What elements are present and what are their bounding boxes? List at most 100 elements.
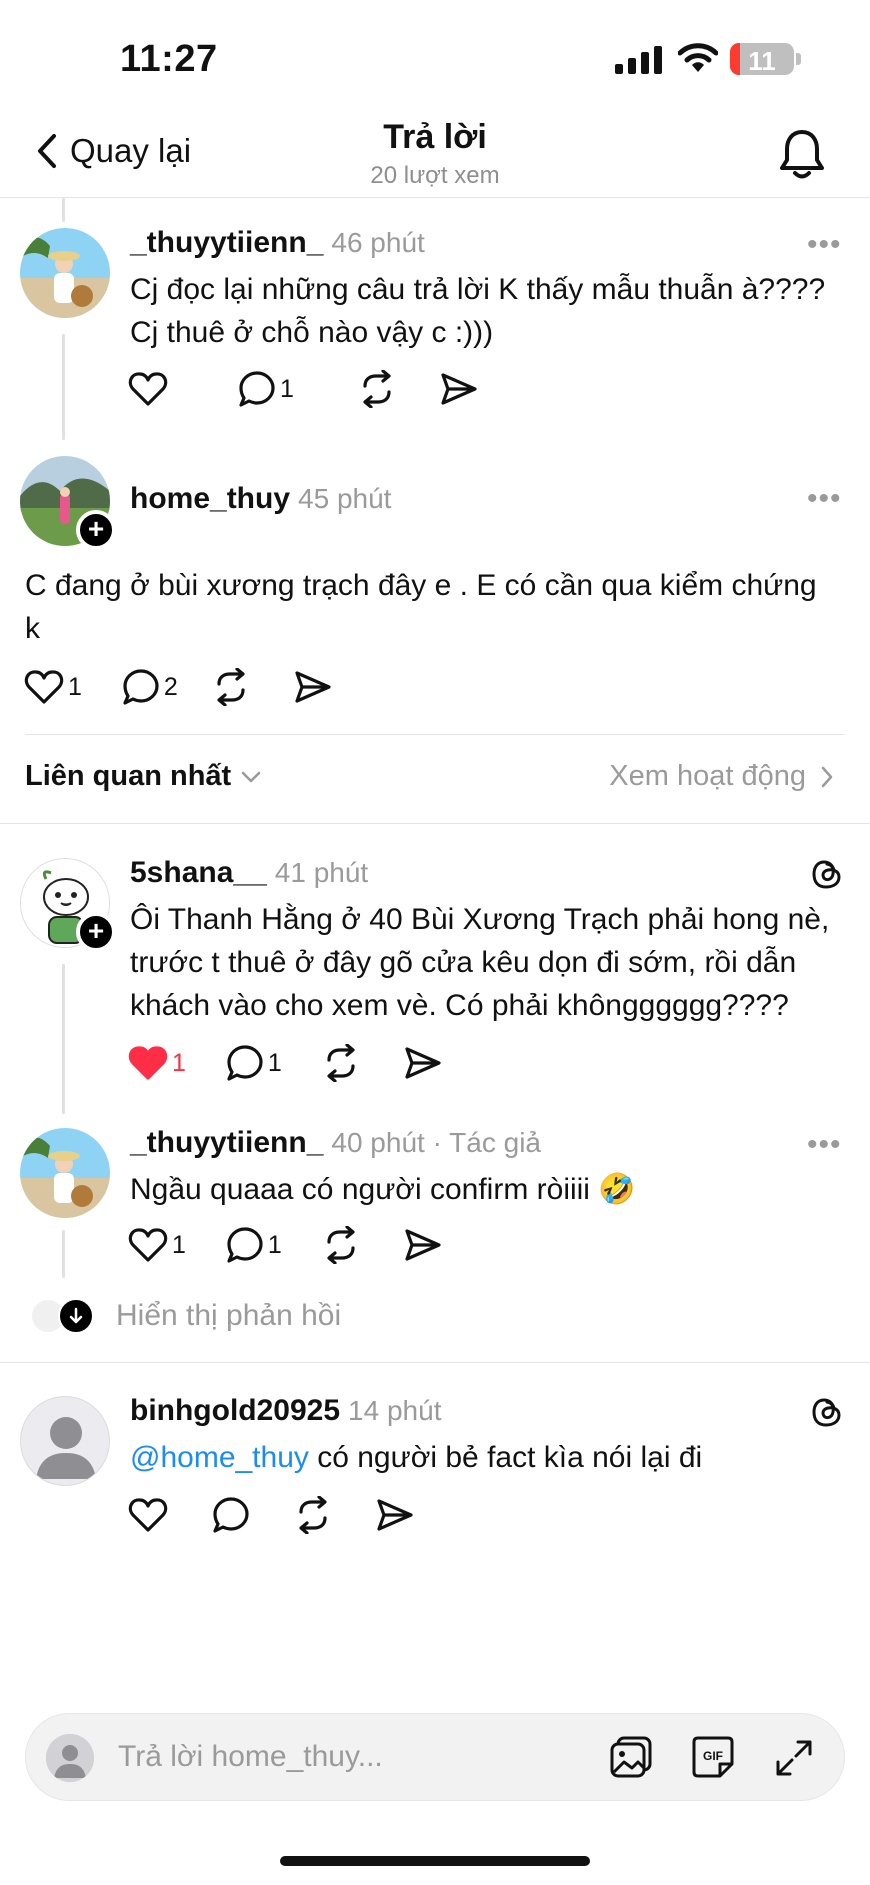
heart-icon: [128, 372, 168, 406]
bell-icon[interactable]: [778, 128, 826, 185]
comment-icon: [213, 1497, 249, 1533]
status-bar: 11:27 11: [0, 0, 870, 110]
share-button[interactable]: [440, 371, 478, 407]
repost-button[interactable]: [322, 1226, 360, 1264]
post-text: Ngầu quaaa có người confirm ròiiii 🤣: [130, 1168, 636, 1211]
comment-icon: [123, 669, 159, 705]
view-activity-link[interactable]: Xem hoạt động: [609, 760, 834, 793]
comment-button[interactable]: [212, 1496, 250, 1534]
chevron-right-icon: [821, 766, 833, 787]
comment-button[interactable]: 1: [226, 1226, 282, 1264]
more-options-icon[interactable]: •••: [807, 482, 842, 516]
repost-icon: [327, 1226, 355, 1264]
username[interactable]: _thuyytiienn_: [130, 226, 323, 259]
like-count: 1: [172, 1048, 186, 1077]
action-bar: 1: [128, 370, 522, 408]
avatar[interactable]: [20, 228, 110, 318]
follow-button[interactable]: +: [76, 912, 116, 952]
sort-bar: Liên quan nhất Xem hoạt động: [0, 748, 870, 816]
like-button[interactable]: 1: [128, 1227, 186, 1263]
post-text: Ôi Thanh Hằng ở 40 Bùi Xương Trạch phải …: [130, 898, 829, 1027]
share-button[interactable]: [404, 1045, 442, 1081]
thread-line: [62, 1230, 65, 1278]
username[interactable]: home_thuy: [130, 482, 290, 515]
repost-button[interactable]: [322, 1044, 360, 1082]
repost-icon: [299, 1496, 327, 1534]
post-text-line: Ôi Thanh Hằng ở 40 Bùi Xương Trạch phải …: [130, 903, 830, 936]
repost-button[interactable]: [212, 668, 250, 706]
post-text-line: Ngầu quaaa có người confirm ròiiii 🤣: [130, 1173, 636, 1206]
like-button[interactable]: 1: [128, 1045, 186, 1081]
action-bar: 1 2: [24, 668, 376, 706]
image-icon[interactable]: [608, 1734, 654, 1785]
activity-label[interactable]: Xem hoạt động: [609, 760, 806, 793]
reply-count: 2: [163, 672, 178, 701]
reply-count: 1: [267, 1230, 282, 1259]
send-icon: [405, 1229, 441, 1261]
repost-button[interactable]: [294, 1496, 332, 1534]
send-icon: [377, 1499, 413, 1531]
like-button[interactable]: 1: [24, 669, 82, 705]
comment-button[interactable]: 1: [226, 1044, 282, 1082]
send-icon: [295, 671, 331, 703]
like-count: 1: [172, 1230, 186, 1259]
reply-count: 1: [267, 1048, 282, 1077]
share-button[interactable]: [294, 669, 332, 705]
post-text-line: Cj thuê ở chỗ nào vậy c :))): [130, 316, 494, 349]
post-text: Cj đọc lại những câu trả lời K thấy mẫu …: [130, 268, 825, 354]
send-icon: [405, 1047, 441, 1079]
repost-icon: [217, 668, 245, 706]
thread-line: [62, 198, 65, 222]
chevron-down-icon: [241, 771, 261, 782]
like-button[interactable]: [128, 1497, 168, 1533]
show-replies-label[interactable]: Hiển thị phản hồi: [116, 1299, 341, 1333]
follow-button[interactable]: +: [76, 510, 116, 550]
cellular-signal-icon: [615, 46, 665, 79]
more-options-icon[interactable]: •••: [807, 1128, 842, 1162]
sort-label[interactable]: Liên quan nhất: [25, 760, 231, 793]
repost-button[interactable]: [358, 370, 396, 408]
heart-icon: [128, 1498, 168, 1532]
composer-avatar: [46, 1734, 94, 1782]
reply-composer[interactable]: Trả lời home_thuy... GIF: [25, 1713, 845, 1801]
avatar[interactable]: [20, 1396, 110, 1486]
mention-link[interactable]: @home_thuy: [130, 1441, 309, 1474]
like-button[interactable]: [128, 371, 168, 407]
repost-icon: [327, 1044, 355, 1082]
share-button[interactable]: [404, 1227, 442, 1263]
divider: [0, 823, 870, 824]
divider: [25, 734, 845, 735]
thread-line: [62, 334, 65, 440]
username[interactable]: 5shana__: [130, 856, 267, 889]
sort-dropdown[interactable]: Liên quan nhất: [25, 760, 261, 793]
username[interactable]: _thuyytiienn_: [130, 1126, 323, 1159]
reply-count: 1: [280, 374, 294, 403]
heart-icon: [128, 1228, 168, 1262]
threads-icon[interactable]: [810, 856, 844, 897]
share-button[interactable]: [376, 1497, 414, 1533]
comment-button[interactable]: 1: [238, 370, 294, 408]
comment-icon: [227, 1227, 263, 1263]
reply-input[interactable]: Trả lời home_thuy...: [118, 1740, 383, 1774]
timestamp: 46 phút: [331, 227, 425, 258]
expand-icon[interactable]: [774, 1738, 814, 1783]
show-replies-button[interactable]: Hiển thị phản hồi: [30, 1298, 341, 1334]
divider: [0, 1362, 870, 1363]
svg-text:GIF: GIF: [703, 1749, 723, 1763]
post-text: C đang ở bùi xương trạch đây e . E có cầ…: [25, 564, 817, 650]
timestamp: 40 phút · Tác giả: [331, 1127, 541, 1158]
timestamp: 41 phút: [274, 857, 369, 888]
status-time: 11:27: [120, 38, 218, 80]
threads-icon[interactable]: [810, 1394, 844, 1435]
comment-button[interactable]: 2: [122, 668, 178, 706]
post-text-line: trước t thuê ở đây gõ cửa kêu dọn đi sớm…: [130, 946, 797, 979]
username[interactable]: binhgold20925: [130, 1394, 340, 1427]
thread-line: [62, 964, 65, 1114]
post-text-line: k: [25, 612, 40, 645]
comment-icon: [227, 1045, 263, 1081]
arrow-down-icon: [58, 1298, 94, 1334]
gif-icon[interactable]: GIF: [690, 1734, 736, 1785]
avatar[interactable]: [20, 1128, 110, 1218]
comment-icon: [239, 371, 275, 407]
more-options-icon[interactable]: •••: [807, 228, 842, 262]
